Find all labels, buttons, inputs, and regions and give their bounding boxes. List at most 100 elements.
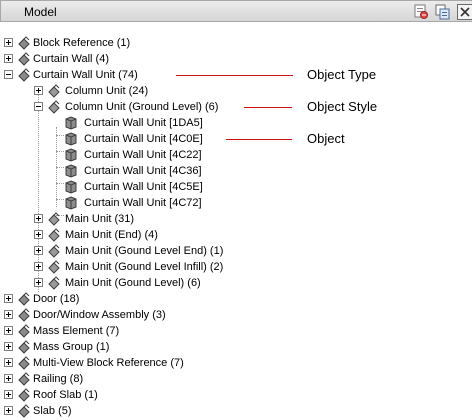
object-style-icon bbox=[47, 228, 61, 242]
object-type-icon bbox=[17, 308, 31, 322]
tree-item-main-unit-ground-level-infill[interactable]: Main Unit (Gound Level Infill) (2) bbox=[0, 259, 300, 275]
tree-item-label: Door (18) bbox=[33, 293, 80, 305]
expand-icon[interactable] bbox=[4, 390, 13, 399]
tree-item-door[interactable]: Door (18) bbox=[0, 291, 300, 307]
object-icon bbox=[64, 116, 78, 130]
tree-item-mass-element[interactable]: Mass Element (7) bbox=[0, 323, 300, 339]
expand-icon[interactable] bbox=[34, 230, 43, 239]
tree-item-label: Curtain Wall Unit [4C22] bbox=[84, 149, 202, 161]
tree-item-label: Block Reference (1) bbox=[33, 37, 131, 49]
collapse-icon[interactable] bbox=[34, 102, 43, 111]
tree-item-label: Curtain Wall Unit (74) bbox=[33, 69, 138, 81]
expand-icon[interactable] bbox=[34, 86, 43, 95]
tree-item-label: Main Unit (Gound Level) (6) bbox=[65, 277, 201, 289]
model-tree: Block Reference (1) Curtain Wall (4) Cur… bbox=[0, 22, 472, 420]
expand-icon[interactable] bbox=[34, 214, 43, 223]
tree-item-label: Main Unit (End) (4) bbox=[65, 229, 158, 241]
object-type-icon bbox=[17, 292, 31, 306]
object-style-icon bbox=[47, 244, 61, 258]
collapse-icon[interactable] bbox=[4, 70, 13, 79]
tree-item-object-4c5e[interactable]: Curtain Wall Unit [4C5E] bbox=[0, 179, 300, 195]
tree-item-roof-slab[interactable]: Roof Slab (1) bbox=[0, 387, 300, 403]
tree-item-column-unit[interactable]: Column Unit (24) bbox=[0, 83, 300, 99]
callout-object-style: Object Style bbox=[307, 99, 378, 114]
tree-item-label: Curtain Wall Unit [4C72] bbox=[84, 197, 202, 209]
tree-item-label: Mass Element (7) bbox=[33, 325, 120, 337]
tree-item-main-unit-end[interactable]: Main Unit (End) (4) bbox=[0, 227, 300, 243]
tree-item-label: Curtain Wall Unit [4C5E] bbox=[84, 181, 203, 193]
callout-line-object-style bbox=[244, 107, 292, 108]
object-icon bbox=[64, 164, 78, 178]
callout-object: Object bbox=[307, 131, 345, 146]
callout-line-object-type bbox=[176, 75, 293, 76]
expand-icon[interactable] bbox=[4, 310, 13, 319]
object-icon bbox=[64, 132, 78, 146]
expand-icon[interactable] bbox=[34, 246, 43, 255]
object-type-icon bbox=[17, 52, 31, 66]
object-type-icon bbox=[17, 324, 31, 338]
tree-item-object-4c72[interactable]: Curtain Wall Unit [4C72] bbox=[0, 195, 300, 211]
expand-icon[interactable] bbox=[4, 374, 13, 383]
tree-item-slab[interactable]: Slab (5) bbox=[0, 403, 300, 419]
tree-item-label: Door/Window Assembly (3) bbox=[33, 309, 166, 321]
tree-item-label: Curtain Wall Unit [4C0E] bbox=[84, 133, 203, 145]
tree-item-main-unit[interactable]: Main Unit (31) bbox=[0, 211, 300, 227]
callout-line-object bbox=[226, 139, 292, 140]
expand-icon[interactable] bbox=[4, 38, 13, 47]
tree-item-label: Main Unit (31) bbox=[65, 213, 135, 225]
object-icon bbox=[64, 196, 78, 210]
object-style-icon bbox=[47, 100, 61, 114]
tree-item-label: Roof Slab (1) bbox=[33, 389, 98, 401]
object-style-icon bbox=[47, 84, 61, 98]
tree-item-main-unit-ground-level[interactable]: Main Unit (Gound Level) (6) bbox=[0, 275, 300, 291]
expand-icon[interactable] bbox=[34, 278, 43, 287]
tree-item-door-window-assembly[interactable]: Door/Window Assembly (3) bbox=[0, 307, 300, 323]
expand-icon[interactable] bbox=[4, 54, 13, 63]
expand-icon[interactable] bbox=[4, 342, 13, 351]
object-type-icon bbox=[17, 404, 31, 418]
copy-icon[interactable] bbox=[435, 4, 451, 20]
expand-icon[interactable] bbox=[4, 326, 13, 335]
tree-item-object-1da5[interactable]: Curtain Wall Unit [1DA5] bbox=[0, 115, 300, 131]
tree-item-label: Column Unit (Ground Level) (6) bbox=[65, 101, 219, 113]
tree-item-main-unit-ground-level-end[interactable]: Main Unit (Gound Level End) (1) bbox=[0, 243, 300, 259]
tree-item-label: Mass Group (1) bbox=[33, 341, 110, 353]
object-style-icon bbox=[47, 212, 61, 226]
tree-item-label: Curtain Wall Unit [4C36] bbox=[84, 165, 202, 177]
tree-item-curtain-wall[interactable]: Curtain Wall (4) bbox=[0, 51, 300, 67]
callout-object-type: Object Type bbox=[307, 67, 377, 82]
expand-icon[interactable] bbox=[4, 406, 13, 415]
object-type-icon bbox=[17, 388, 31, 402]
tree-item-object-4c36[interactable]: Curtain Wall Unit [4C36] bbox=[0, 163, 300, 179]
object-icon bbox=[64, 180, 78, 194]
tree-item-label: Column Unit (24) bbox=[65, 85, 149, 97]
tree-item-label: Main Unit (Gound Level End) (1) bbox=[65, 245, 224, 257]
tree-item-mass-group[interactable]: Mass Group (1) bbox=[0, 339, 300, 355]
expand-icon[interactable] bbox=[4, 294, 13, 303]
panel-title: Model bbox=[24, 5, 57, 19]
tree-item-object-4c22[interactable]: Curtain Wall Unit [4C22] bbox=[0, 147, 300, 163]
expand-icon[interactable] bbox=[4, 358, 13, 367]
object-type-icon bbox=[17, 372, 31, 386]
object-type-icon bbox=[17, 68, 31, 82]
object-style-icon bbox=[47, 260, 61, 274]
panel-titlebar: Model bbox=[0, 0, 472, 22]
tree-item-label: Curtain Wall Unit [1DA5] bbox=[84, 117, 203, 129]
object-style-icon bbox=[47, 276, 61, 290]
object-type-icon bbox=[17, 340, 31, 354]
tree-item-label: Multi-View Block Reference (7) bbox=[33, 357, 184, 369]
object-icon bbox=[64, 148, 78, 162]
tree-item-label: Curtain Wall (4) bbox=[33, 53, 109, 65]
model-panel: Model Block Reference (1) Curtain Wall (… bbox=[0, 0, 472, 420]
filter-icon[interactable] bbox=[413, 4, 429, 20]
expand-icon[interactable] bbox=[34, 262, 43, 271]
tree-item-railing[interactable]: Railing (8) bbox=[0, 371, 300, 387]
object-type-icon bbox=[17, 356, 31, 370]
tree-item-block-reference[interactable]: Block Reference (1) bbox=[0, 35, 300, 51]
object-type-icon bbox=[17, 36, 31, 50]
tree-item-label: Slab (5) bbox=[33, 405, 72, 417]
tree-item-multi-view-block-reference[interactable]: Multi-View Block Reference (7) bbox=[0, 355, 300, 371]
tree-item-label: Main Unit (Gound Level Infill) (2) bbox=[65, 261, 224, 273]
close-icon[interactable] bbox=[457, 4, 472, 20]
tree-item-label: Railing (8) bbox=[33, 373, 84, 385]
